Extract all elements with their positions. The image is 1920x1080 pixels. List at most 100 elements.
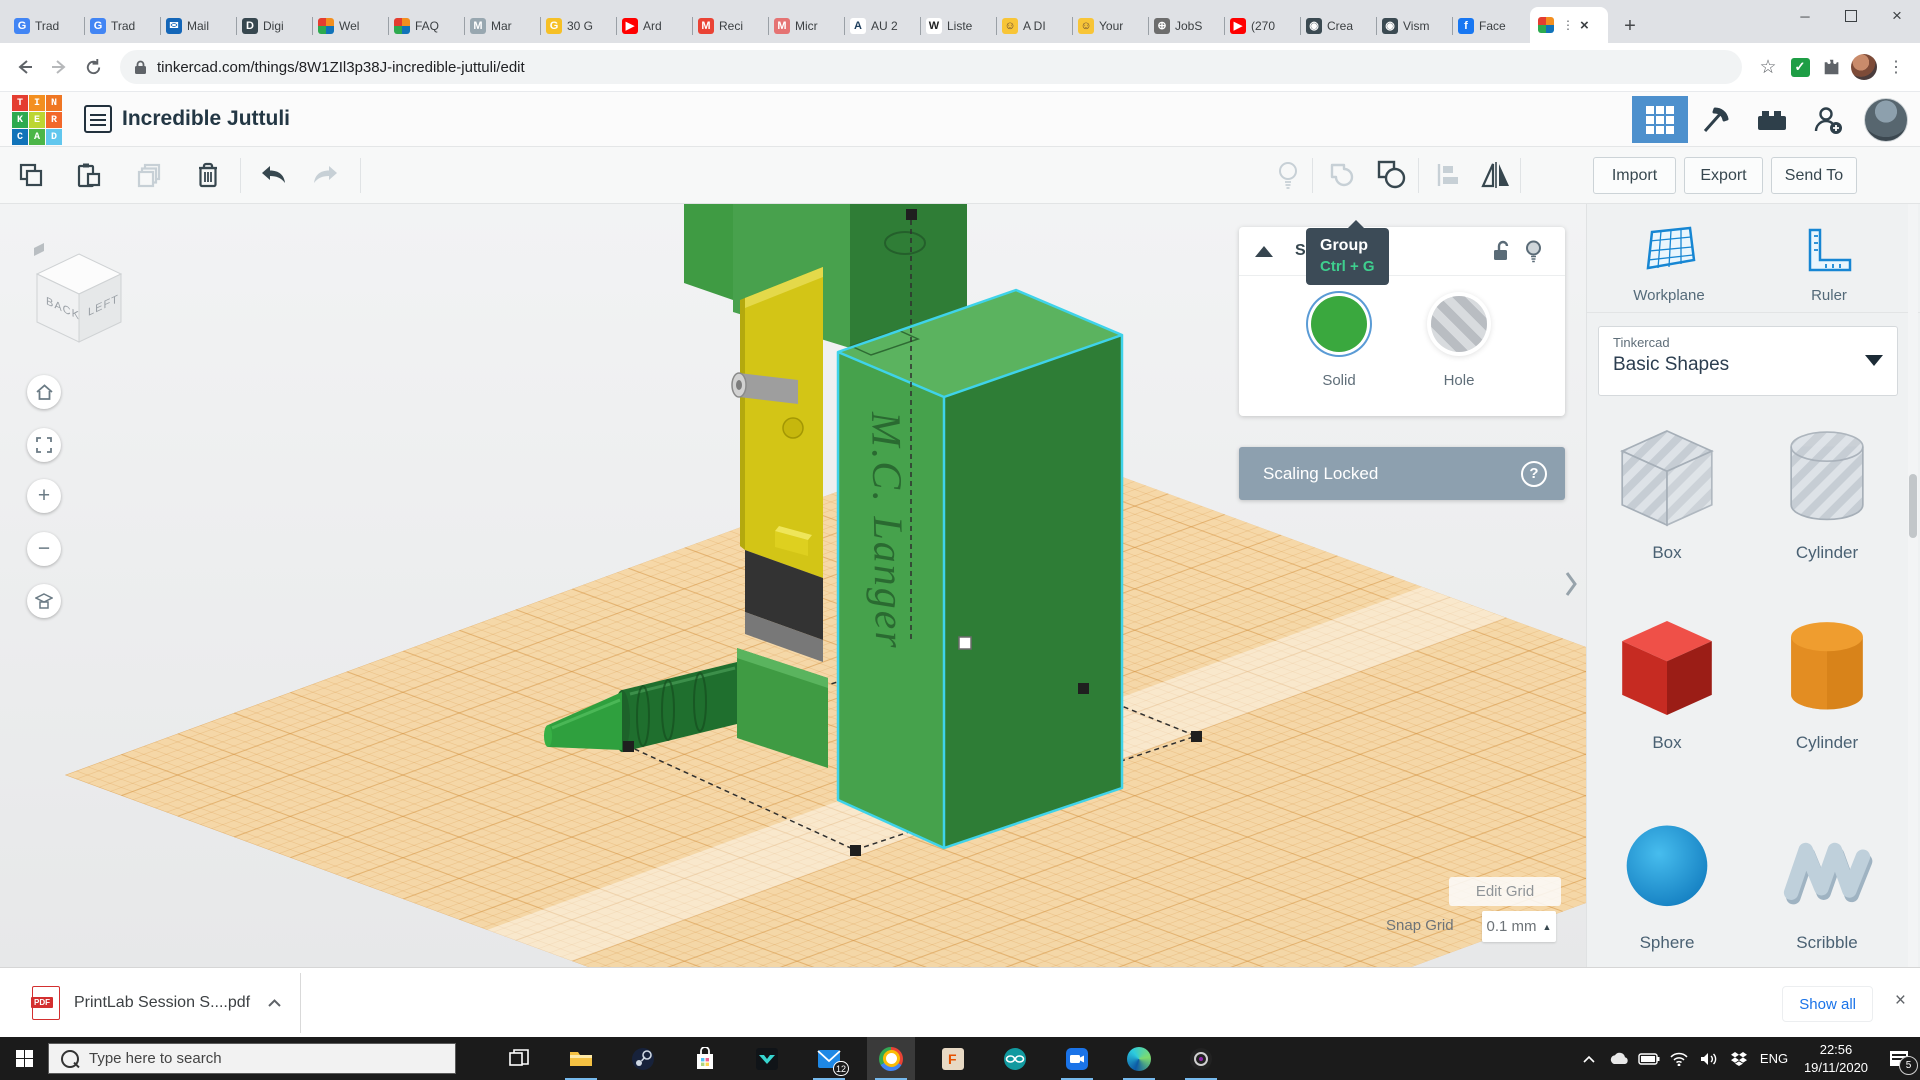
extensions-puzzle-icon[interactable]	[1816, 51, 1848, 83]
solid-material-button[interactable]	[1311, 296, 1367, 352]
browser-tab[interactable]: Wel	[312, 9, 388, 43]
user-avatar[interactable]	[1864, 98, 1908, 142]
fit-view-button[interactable]	[27, 428, 61, 462]
group-button[interactable]	[1322, 155, 1362, 195]
tab-close-icon[interactable]: ×	[1580, 17, 1589, 34]
new-tab-button[interactable]: +	[1616, 12, 1644, 40]
browser-tab[interactable]: GTrad	[8, 9, 84, 43]
hole-material-button[interactable]	[1431, 296, 1487, 352]
download-options-chevron[interactable]	[268, 994, 281, 1012]
browser-tab[interactable]: FAQ	[388, 9, 464, 43]
send-to-button[interactable]: Send To	[1771, 157, 1857, 194]
import-button[interactable]: Import	[1593, 157, 1676, 194]
back-icon[interactable]	[8, 50, 42, 84]
browser-tab[interactable]: ☺A DI	[996, 9, 1072, 43]
tray-expand-chevron[interactable]	[1574, 1037, 1604, 1080]
collapse-panel-icon[interactable]	[1255, 246, 1273, 257]
video-call-app-icon[interactable]	[1053, 1037, 1101, 1080]
tinkercad-logo[interactable]: TIN KER CAD	[12, 95, 62, 145]
shape-red-box[interactable]: Box	[1597, 612, 1737, 753]
shape-hole-cylinder[interactable]: Cylinder	[1757, 422, 1897, 563]
ungroup-button[interactable]	[1372, 155, 1412, 195]
viewcube-home-icon[interactable]	[34, 243, 44, 256]
shape-scribble[interactable]: Scribble	[1757, 812, 1897, 953]
brick-export-button[interactable]	[1744, 96, 1800, 143]
redo-button[interactable]	[306, 155, 346, 195]
browser-tab[interactable]: ◉Crea	[1300, 9, 1376, 43]
browser-menu-kebab-icon[interactable]: ⋮	[1880, 51, 1912, 83]
window-minimize-button[interactable]: ─	[1782, 0, 1828, 32]
browser-tab[interactable]: MReci	[692, 9, 768, 43]
model-yellow-plate[interactable]	[732, 267, 823, 662]
shape-library-dropdown[interactable]: Tinkercad Basic Shapes	[1598, 326, 1898, 396]
home-view-button[interactable]	[27, 375, 61, 409]
show-all-downloads-button[interactable]: Show all	[1782, 986, 1873, 1022]
browser-tab[interactable]: AAU 2	[844, 9, 920, 43]
fusion360-icon[interactable]: F	[929, 1037, 977, 1080]
minecraft-export-button[interactable]	[1688, 96, 1744, 143]
shape-hole-box[interactable]: Box	[1597, 422, 1737, 563]
forward-icon[interactable]	[42, 50, 76, 84]
blocks-view-button[interactable]	[1632, 96, 1688, 143]
shape-orange-cylinder[interactable]: Cylinder	[1757, 612, 1897, 753]
browser-tab[interactable]: MMicr	[768, 9, 844, 43]
ruler-tool[interactable]: Ruler	[1769, 226, 1889, 304]
duplicate-button[interactable]	[130, 155, 170, 195]
visibility-toggle-button[interactable]	[1517, 235, 1549, 267]
predator-app-icon[interactable]	[743, 1037, 791, 1080]
dropbox-icon[interactable]	[1724, 1037, 1754, 1080]
align-button[interactable]	[1428, 155, 1468, 195]
language-indicator[interactable]: ENG	[1754, 1051, 1794, 1066]
shape-sphere[interactable]: Sphere	[1597, 812, 1737, 953]
panel-collapse-chevron[interactable]	[1560, 556, 1582, 612]
arduino-icon[interactable]	[991, 1037, 1039, 1080]
taskbar-search[interactable]: Type here to search	[48, 1043, 456, 1074]
workplane-settings-button[interactable]	[27, 584, 61, 618]
download-bar-close-icon[interactable]: ×	[1895, 990, 1906, 1012]
profile-avatar[interactable]	[1848, 51, 1880, 83]
browser-tab[interactable]: MMar	[464, 9, 540, 43]
volume-icon[interactable]	[1694, 1037, 1724, 1080]
model-main-box[interactable]: M.C. Langer	[838, 290, 1122, 848]
browser-tab[interactable]: fFace	[1452, 9, 1528, 43]
paste-button[interactable]	[68, 155, 108, 195]
zoom-in-button[interactable]: +	[27, 479, 61, 513]
export-button[interactable]: Export	[1684, 157, 1763, 194]
taskbar-clock[interactable]: 22:56 19/11/2020	[1794, 1041, 1878, 1076]
design-title[interactable]: Incredible Juttuli	[122, 107, 290, 131]
file-explorer-icon[interactable]	[557, 1037, 605, 1080]
undo-button[interactable]	[253, 155, 293, 195]
browser-tab[interactable]: ◉Vism	[1376, 9, 1452, 43]
share-invite-button[interactable]	[1800, 96, 1856, 143]
browser-tab[interactable]: G30 G	[540, 9, 616, 43]
wifi-icon[interactable]	[1664, 1037, 1694, 1080]
window-maximize-button[interactable]	[1828, 0, 1874, 32]
height-handle[interactable]	[906, 209, 917, 220]
copy-button[interactable]	[11, 155, 51, 195]
browser-tab[interactable]: ☺Your	[1072, 9, 1148, 43]
battery-icon[interactable]	[1634, 1037, 1664, 1080]
action-center-button[interactable]: 5	[1878, 1037, 1920, 1080]
edge-icon[interactable]	[1115, 1037, 1163, 1080]
lock-toggle-button[interactable]	[1485, 235, 1517, 267]
chrome-icon[interactable]	[867, 1037, 915, 1080]
design-menu-icon[interactable]	[84, 105, 112, 133]
steam-icon[interactable]	[619, 1037, 667, 1080]
window-close-button[interactable]: ×	[1874, 0, 1920, 32]
adblock-extension-icon[interactable]: ✓	[1784, 51, 1816, 83]
task-view-button[interactable]	[495, 1037, 543, 1080]
mirror-button[interactable]	[1476, 155, 1516, 195]
view-cube[interactable]: BACK LEFT	[26, 242, 132, 348]
snap-grid-dropdown[interactable]: 0.1 mm ▲	[1482, 911, 1556, 942]
workplane-tool[interactable]: Workplane	[1609, 226, 1729, 304]
corner-handle-white[interactable]	[959, 637, 971, 649]
onedrive-icon[interactable]	[1604, 1037, 1634, 1080]
sidebar-scrollbar[interactable]	[1908, 204, 1918, 967]
delete-button[interactable]	[188, 155, 228, 195]
browser-tab[interactable]: DDigi	[236, 9, 312, 43]
mail-app-icon[interactable]: 12	[805, 1037, 853, 1080]
help-icon[interactable]: ?	[1521, 461, 1547, 487]
bookmark-star-icon[interactable]: ☆	[1752, 51, 1784, 83]
browser-tab[interactable]: WListe	[920, 9, 996, 43]
show-all-button[interactable]	[1268, 155, 1308, 195]
